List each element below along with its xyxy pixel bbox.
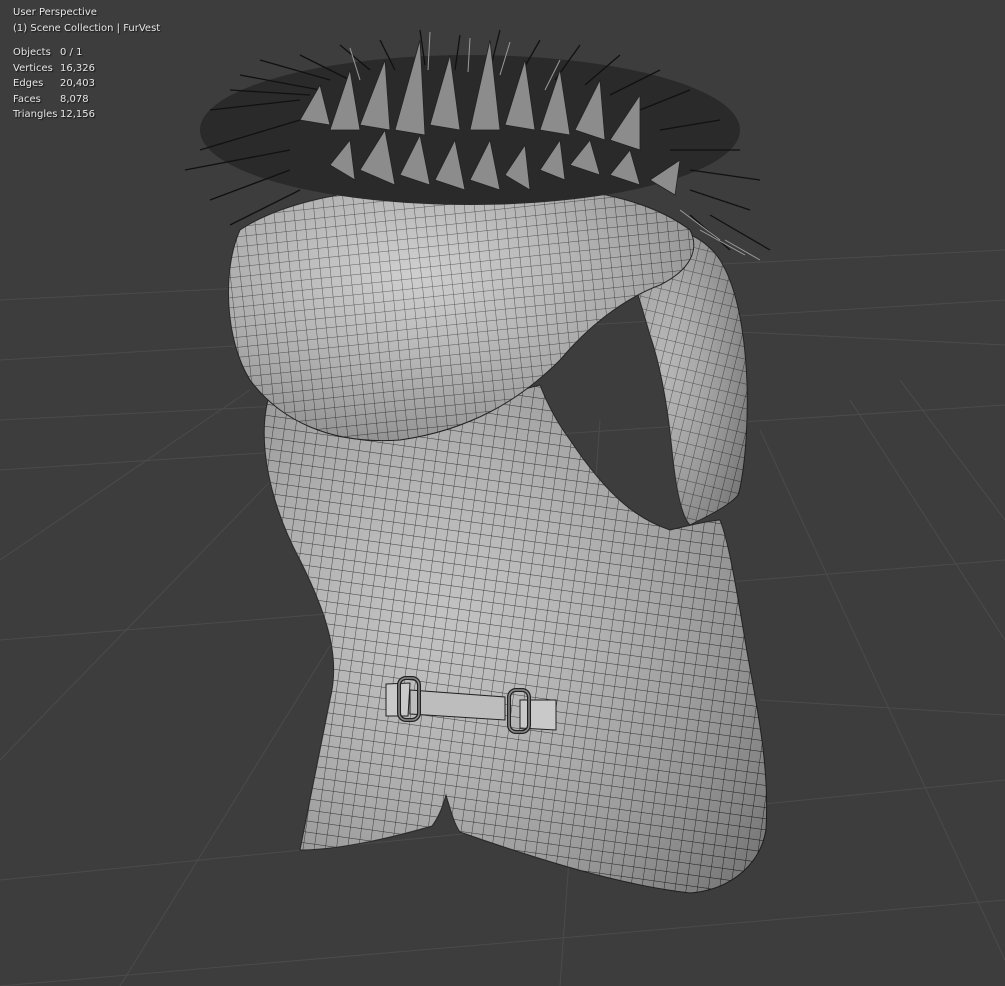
- vest-shoulder: [228, 183, 695, 442]
- 3d-viewport[interactable]: User Perspective (1) Scene Collection | …: [0, 0, 1005, 986]
- viewport-canvas[interactable]: [0, 0, 1005, 986]
